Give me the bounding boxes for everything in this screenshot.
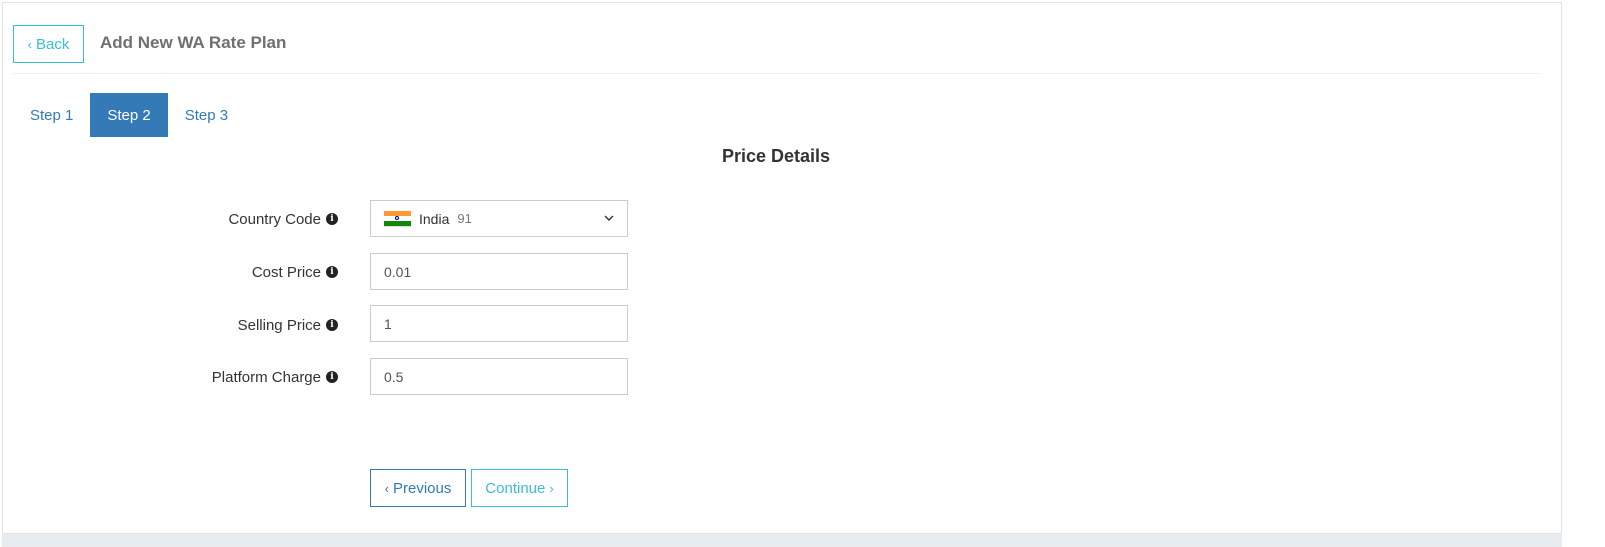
- chevron-left-icon: ‹: [27, 36, 32, 52]
- india-flag-icon: [384, 210, 411, 227]
- platform-charge-label-text: Platform Charge: [211, 368, 321, 386]
- country-code-select[interactable]: India 91: [370, 200, 628, 237]
- previous-button-label: Previous: [392, 479, 452, 497]
- section-title: Price Details: [721, 146, 831, 166]
- footer-strip: [2, 534, 1562, 547]
- selling-price-label-text: Selling Price: [237, 316, 321, 334]
- country-code-label: Country Code i: [120, 209, 338, 229]
- info-icon[interactable]: i: [326, 371, 338, 383]
- cost-price-label: Cost Price i: [120, 262, 338, 282]
- continue-button-label: Continue: [485, 479, 546, 497]
- tab-label: Step 3: [184, 106, 229, 124]
- tab-step-3[interactable]: Step 3: [168, 93, 245, 137]
- info-icon[interactable]: i: [326, 213, 338, 225]
- tab-label: Step 2: [107, 106, 151, 124]
- platform-charge-label: Platform Charge i: [120, 367, 338, 387]
- selling-price-input[interactable]: [370, 305, 628, 342]
- dial-code: 91: [457, 211, 472, 226]
- tab-step-2[interactable]: Step 2: [90, 93, 168, 137]
- cost-price-input[interactable]: [370, 253, 628, 290]
- country-name: India: [419, 210, 450, 227]
- back-button[interactable]: ‹ Back: [13, 25, 84, 63]
- chevron-down-icon: [604, 214, 614, 224]
- country-code-label-text: Country Code: [228, 210, 321, 228]
- chevron-left-icon: ‹: [384, 480, 389, 496]
- step-tabs: Step 1 Step 2 Step 3: [13, 93, 245, 137]
- header-divider: [13, 73, 1540, 74]
- page-title: Add New WA Rate Plan: [100, 33, 287, 52]
- tab-step-1[interactable]: Step 1: [13, 93, 90, 137]
- info-icon[interactable]: i: [326, 266, 338, 278]
- previous-button[interactable]: ‹ Previous: [370, 469, 466, 507]
- platform-charge-input[interactable]: [370, 358, 628, 395]
- back-button-label: Back: [35, 35, 70, 53]
- chevron-right-icon: ›: [549, 480, 554, 496]
- selling-price-label: Selling Price i: [120, 315, 338, 335]
- tab-label: Step 1: [30, 106, 74, 124]
- info-icon[interactable]: i: [326, 319, 338, 331]
- page-gutter: [1562, 2, 1605, 547]
- continue-button[interactable]: Continue ›: [471, 469, 568, 507]
- cost-price-label-text: Cost Price: [251, 263, 321, 281]
